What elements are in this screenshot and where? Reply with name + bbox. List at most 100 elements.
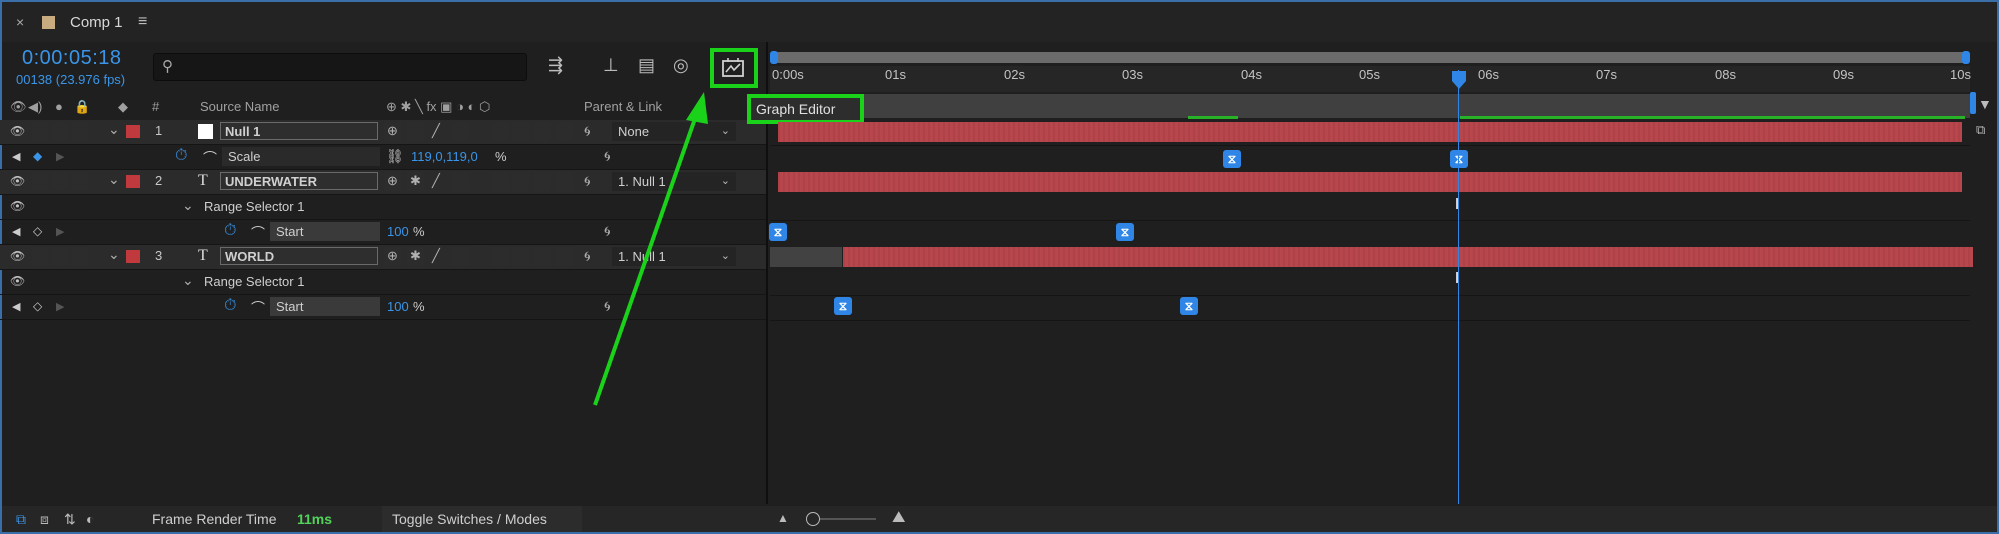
keyframe-icon[interactable]: ◆ — [33, 149, 42, 163]
chevron-down-icon[interactable]: ⌄ — [108, 246, 120, 263]
quality-icon[interactable]: ╱ — [432, 173, 440, 189]
chevron-down-icon[interactable]: ⌄ — [108, 121, 120, 138]
keyframe-icon[interactable]: ⧖ — [769, 223, 787, 241]
adjustment-switch[interactable] — [534, 172, 551, 191]
audio-toggle[interactable] — [32, 122, 48, 140]
solo-icon[interactable]: ● — [55, 99, 63, 114]
next-keyframe-icon[interactable]: ▶ — [56, 300, 64, 313]
chevron-down-icon[interactable]: ⌄ — [108, 171, 120, 188]
layer-name[interactable]: Null 1 — [220, 122, 378, 140]
current-time-indicator-icon[interactable] — [1451, 70, 1467, 90]
prev-keyframe-icon[interactable]: ◀ — [12, 225, 20, 238]
3d-switch[interactable] — [556, 172, 573, 191]
eye-icon[interactable]: 👁 — [10, 174, 25, 188]
stopwatch-icon[interactable]: ⏱ — [224, 297, 236, 315]
keyframe-icon[interactable]: ◇ — [33, 224, 42, 238]
label-icon[interactable]: ◆ — [118, 99, 128, 115]
comp-button-icon[interactable]: ⧉ — [1976, 122, 1985, 138]
lock-toggle[interactable] — [72, 122, 88, 140]
lock-toggle[interactable] — [72, 172, 88, 190]
stopwatch-icon[interactable]: ⏱ — [175, 147, 187, 165]
comp-mini-flowchart-icon[interactable]: ⧉ — [16, 511, 26, 528]
zoom-slider-thumb[interactable] — [806, 512, 820, 526]
work-area-end-handle[interactable] — [1962, 51, 1970, 64]
chevron-down-icon[interactable]: ⌄ — [182, 272, 194, 289]
current-time-line[interactable] — [1458, 70, 1459, 504]
layer-name[interactable]: WORLD — [220, 247, 378, 265]
frame-blending-icon[interactable]: ▤ — [638, 55, 655, 76]
scale-value[interactable]: 119,0,119,0 — [411, 149, 478, 164]
keyframe-icon[interactable]: ⧖ — [834, 297, 852, 315]
lock-icon[interactable]: 🔒 — [74, 99, 90, 115]
solo-toggle[interactable] — [52, 172, 68, 190]
graph-icon[interactable]: ⌒ — [203, 148, 217, 168]
zoom-slider-track[interactable] — [812, 518, 876, 520]
effect-switch[interactable] — [452, 172, 469, 191]
label-color[interactable] — [126, 250, 140, 263]
stopwatch-icon[interactable]: ⏱ — [224, 222, 236, 240]
work-area-bar[interactable] — [770, 52, 1970, 63]
quality-icon[interactable]: ╱ — [432, 123, 440, 139]
composition-flowchart-icon[interactable]: ⇶ — [548, 55, 563, 76]
next-keyframe-icon[interactable]: ▶ — [56, 150, 64, 163]
comp-tab-title[interactable]: Comp 1 — [70, 14, 123, 31]
label-color[interactable] — [126, 125, 140, 138]
timeline-scroll-handle[interactable] — [1970, 92, 1976, 114]
menu-icon[interactable]: ≡ — [138, 13, 147, 31]
search-input[interactable]: ⚲ — [153, 53, 527, 81]
prev-keyframe-icon[interactable]: ◀ — [12, 150, 20, 163]
eye-icon[interactable]: 👁 — [10, 249, 25, 263]
column-source-name[interactable]: Source Name — [200, 99, 279, 114]
start-value[interactable]: 100 — [387, 299, 409, 314]
effect-switch[interactable] — [452, 247, 469, 266]
eye-icon[interactable]: 👁 — [10, 99, 27, 115]
lock-toggle[interactable] — [72, 247, 88, 265]
link-icon[interactable]: ⛓ — [386, 148, 404, 165]
next-keyframe-icon[interactable]: ▶ — [56, 225, 64, 238]
quality-icon[interactable]: ╱ — [432, 248, 440, 264]
zoom-out-icon[interactable]: ▲ — [777, 511, 789, 525]
3d-switch[interactable] — [556, 122, 573, 141]
audio-toggle[interactable] — [32, 247, 48, 265]
graph-icon[interactable]: ⌒ — [251, 298, 265, 318]
pane-toggle-icon[interactable]: ◐ — [86, 511, 94, 527]
layer-name[interactable]: UNDERWATER — [220, 172, 378, 190]
adjustment-switch[interactable] — [534, 122, 551, 141]
motion-blur-icon[interactable]: ◎ — [673, 55, 689, 76]
close-icon[interactable]: × — [16, 14, 24, 30]
comp-marker-icon[interactable]: ▼ — [1978, 96, 1992, 112]
audio-toggle[interactable] — [32, 172, 48, 190]
motion-blur-switch[interactable] — [512, 172, 529, 191]
graph-editor-icon[interactable] — [720, 56, 746, 80]
keyframe-icon[interactable]: ⧖ — [1116, 223, 1134, 241]
collapse-switch[interactable] — [407, 122, 424, 141]
eye-icon[interactable]: 👁 — [10, 274, 25, 288]
layer-bar[interactable] — [843, 247, 1973, 267]
keyframe-icon[interactable]: ⧖ — [1223, 150, 1241, 168]
eye-icon[interactable]: 👁 — [10, 199, 25, 213]
chevron-down-icon[interactable]: ⌄ — [182, 197, 194, 214]
zoom-in-icon[interactable]: ⛰ — [892, 509, 905, 527]
graph-icon[interactable]: ⌒ — [251, 223, 265, 243]
frame-blend-switch[interactable] — [492, 247, 509, 266]
keyframe-icon[interactable]: ◇ — [33, 299, 42, 313]
layer-bar[interactable] — [778, 122, 1962, 142]
keyframe-icon[interactable]: ⧖ — [1450, 150, 1468, 168]
3d-switch[interactable] — [556, 247, 573, 266]
keyframe-icon[interactable]: ⧖ — [1180, 297, 1198, 315]
start-value[interactable]: 100 — [387, 224, 409, 239]
motion-blur-switch[interactable] — [512, 122, 529, 141]
solo-toggle[interactable] — [52, 122, 68, 140]
frame-blend-switch[interactable] — [492, 122, 509, 141]
label-color[interactable] — [126, 175, 140, 188]
eye-icon[interactable]: 👁 — [10, 124, 25, 138]
draft-3d-icon[interactable]: ⊥ — [603, 55, 619, 76]
work-area-start-handle[interactable] — [770, 51, 778, 64]
adjustment-switch[interactable] — [534, 247, 551, 266]
effect-switch[interactable] — [452, 122, 469, 141]
solo-toggle[interactable] — [52, 247, 68, 265]
render-icon[interactable]: ⧈ — [40, 511, 49, 528]
current-timecode[interactable]: 0:00:05:18 — [22, 47, 122, 70]
expand-switches-icon[interactable]: ⇅ — [64, 511, 76, 528]
toggle-switches-modes[interactable]: Toggle Switches / Modes — [392, 511, 547, 527]
